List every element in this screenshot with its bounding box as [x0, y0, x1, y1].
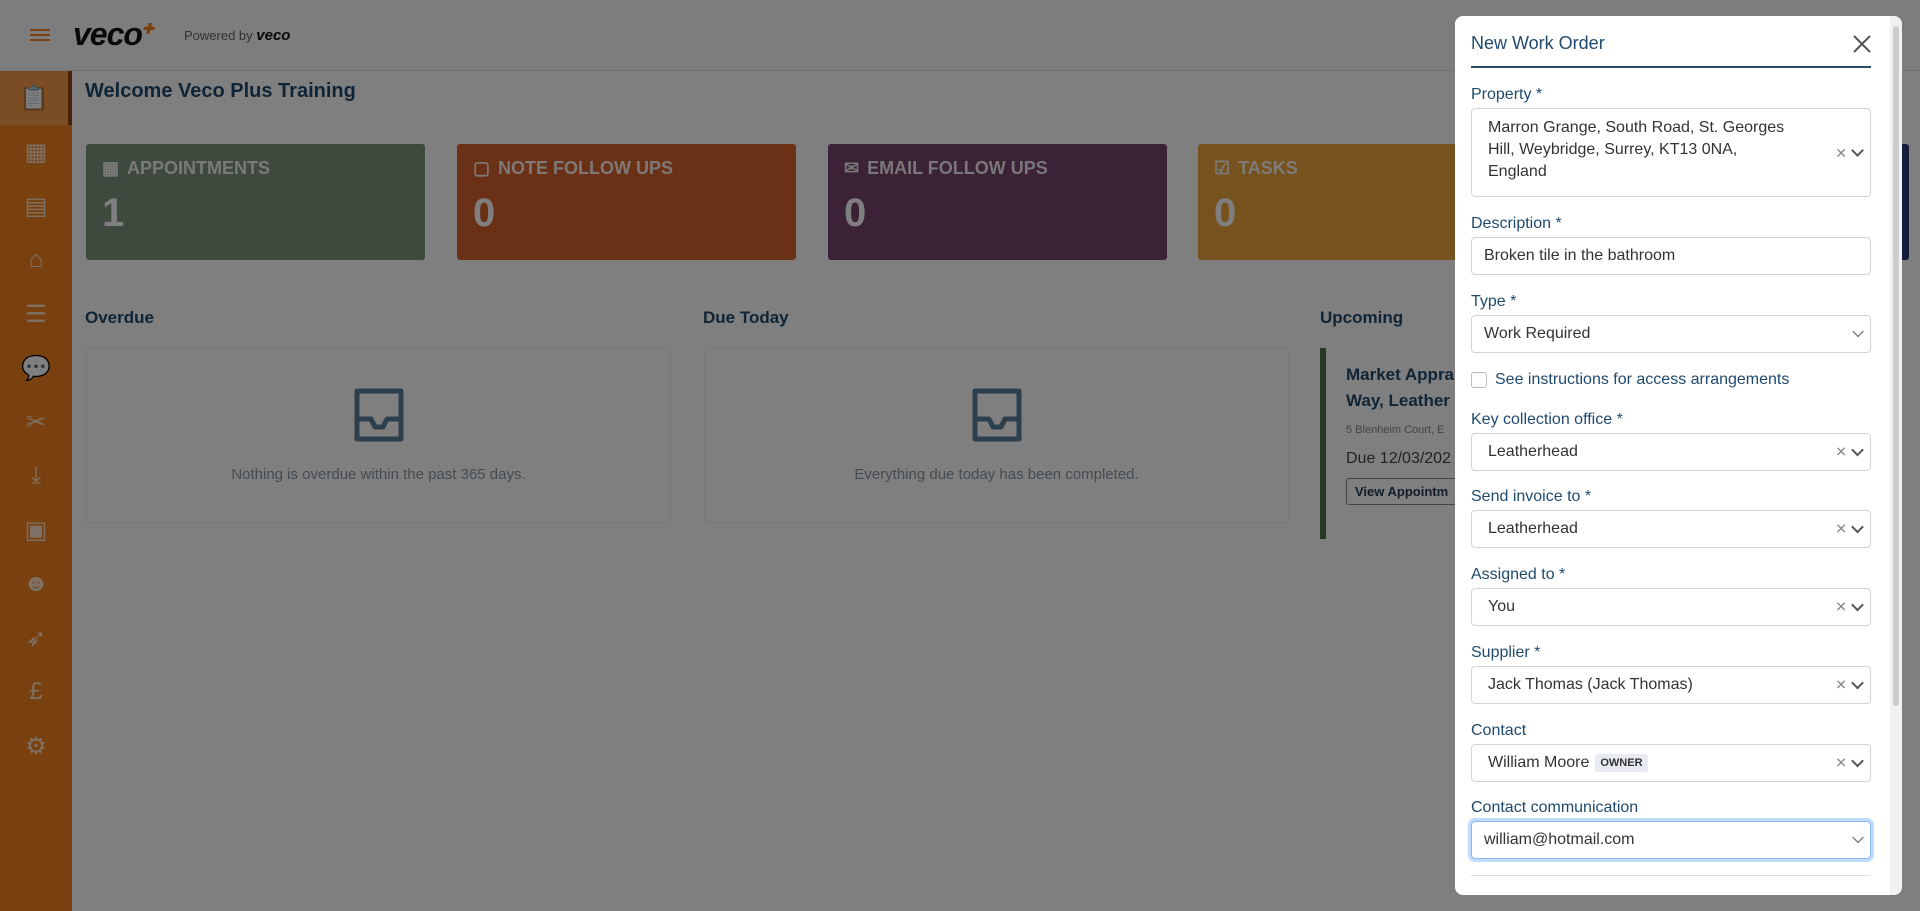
access-instructions-label[interactable]: See instructions for access arrangements [1495, 371, 1789, 389]
key-office-label: Key collection office * [1471, 411, 1623, 428]
assigned-value: You [1488, 598, 1515, 615]
contact-label: Contact [1471, 722, 1527, 739]
supplier-label: Supplier * [1471, 644, 1541, 661]
clear-icon[interactable]: ✕ [1835, 755, 1847, 772]
owner-badge: OWNER [1595, 754, 1648, 772]
assigned-label: Assigned to * [1471, 566, 1566, 583]
communication-select[interactable]: william@hotmail.com [1471, 821, 1871, 859]
supplier-value: Jack Thomas (Jack Thomas) [1488, 676, 1693, 693]
chevron-down-icon[interactable] [1851, 443, 1864, 456]
invoice-value: Leatherhead [1488, 520, 1578, 537]
property-label: Property * [1471, 86, 1543, 103]
communication-value: william@hotmail.com [1484, 831, 1635, 848]
close-icon[interactable] [1850, 32, 1874, 56]
contact-select[interactable]: William Moore OWNER ✕ [1471, 744, 1871, 782]
description-input[interactable]: Broken tile in the bathroom [1471, 237, 1871, 275]
type-label: Type * [1471, 293, 1517, 310]
section-divider [1471, 875, 1871, 876]
assigned-select[interactable]: You ✕ [1471, 588, 1871, 626]
invoice-select[interactable]: Leatherhead ✕ [1471, 510, 1871, 548]
title-divider [1471, 66, 1871, 68]
property-value: Marron Grange, South Road, St. Georges H… [1488, 119, 1785, 180]
type-select[interactable]: Work Required [1471, 315, 1871, 353]
key-office-value: Leatherhead [1488, 443, 1578, 460]
communication-label: Contact communication [1471, 799, 1639, 816]
description-label: Description * [1471, 215, 1562, 232]
property-select[interactable]: Marron Grange, South Road, St. Georges H… [1471, 108, 1871, 197]
access-instructions-checkbox[interactable] [1471, 372, 1487, 388]
chevron-down-icon[interactable] [1851, 754, 1864, 767]
clear-icon[interactable]: ✕ [1835, 599, 1847, 616]
scrollbar-thumb[interactable] [1893, 26, 1899, 706]
chevron-down-icon [1852, 831, 1864, 844]
chevron-down-icon[interactable] [1851, 143, 1864, 157]
modal-title: New Work Order [1471, 33, 1605, 53]
chevron-down-icon [1852, 325, 1864, 338]
description-value: Broken tile in the bathroom [1484, 247, 1676, 264]
clear-icon[interactable]: ✕ [1835, 521, 1847, 538]
contact-value: William Moore [1488, 754, 1590, 771]
new-work-order-modal: New Work Order Property * Marron Grange,… [1455, 16, 1902, 895]
clear-icon[interactable]: ✕ [1835, 677, 1847, 694]
key-office-select[interactable]: Leatherhead ✕ [1471, 433, 1871, 471]
supplier-select[interactable]: Jack Thomas (Jack Thomas) ✕ [1471, 666, 1871, 704]
chevron-down-icon[interactable] [1851, 520, 1864, 533]
invoice-label: Send invoice to * [1471, 488, 1592, 505]
chevron-down-icon[interactable] [1851, 598, 1864, 611]
type-value: Work Required [1484, 325, 1591, 342]
clear-icon[interactable]: ✕ [1835, 444, 1847, 461]
clear-icon[interactable]: ✕ [1835, 142, 1847, 164]
chevron-down-icon[interactable] [1851, 676, 1864, 689]
